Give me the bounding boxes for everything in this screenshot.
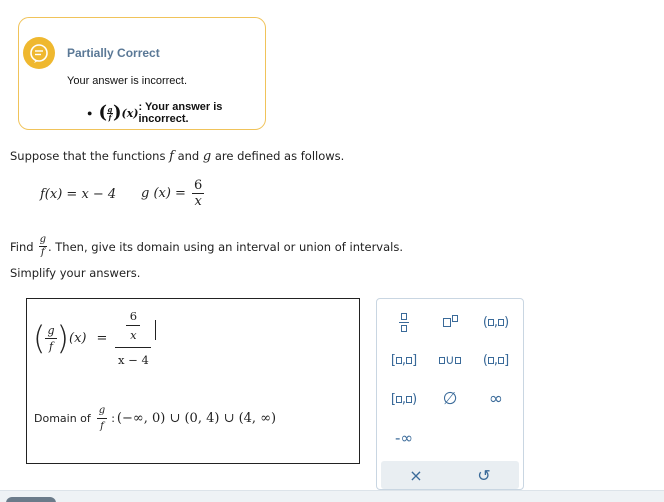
closed-closed-interval-key[interactable]: [,]: [383, 345, 425, 375]
domain-colon: :: [111, 412, 115, 425]
intro-text: Suppose that the functions: [10, 149, 166, 163]
g-denominator: x: [194, 194, 202, 209]
answer-rhs-den: x − 4: [118, 353, 149, 367]
union-key[interactable]: ∪: [429, 345, 471, 375]
g-definition: g (x) = 6 x: [141, 178, 205, 209]
exponent-key[interactable]: [429, 307, 471, 337]
answer-lhs-den: f: [48, 339, 54, 353]
open-open-interval-key[interactable]: (,): [475, 307, 517, 337]
open-closed-interval-key[interactable]: (,]: [475, 345, 517, 375]
paren-left: (: [98, 102, 107, 123]
domain-value[interactable]: (−∞, 0) ∪ (0, 4) ∪ (4, ∞): [117, 411, 276, 426]
answer-lhs-fraction: g f: [45, 323, 57, 354]
closed-open-interval-key[interactable]: [,): [383, 384, 425, 414]
find-frac-num: g: [39, 234, 46, 245]
feedback-item: ● ( g f ) (x) : Your answer is incorrect…: [87, 101, 265, 125]
domain-frac-num: g: [98, 405, 106, 416]
intro-end-text: are defined as follows.: [214, 149, 345, 163]
answer-lhs-num: g: [47, 323, 55, 337]
domain-answer[interactable]: Domain of g f : (−∞, 0) ∪ (0, 4) ∪ (4, ∞…: [34, 403, 276, 434]
bullet: ●: [87, 108, 93, 118]
math-keypad: (,) [,] ∪ (,] [,) ∅ ∞ -∞ × ↺: [376, 298, 524, 490]
simplify-note: Simplify your answers.: [10, 266, 141, 280]
f-definition: f(x) = x − 4: [40, 187, 117, 202]
fraction-key[interactable]: [383, 307, 425, 337]
find-label: Find: [10, 239, 34, 254]
empty-set-key[interactable]: ∅: [429, 384, 471, 414]
answer-inner-den: x: [130, 328, 137, 342]
paren-right: ): [112, 102, 122, 123]
and-text: and: [177, 149, 200, 163]
g-name: g: [202, 149, 212, 164]
feedback-var: (x): [121, 106, 139, 120]
feedback-frac-den: f: [108, 112, 112, 122]
infinity-key[interactable]: ∞: [475, 384, 517, 414]
answer-box[interactable]: ( g f ) (x) = 6 x x − 4 Domain of g f : …: [26, 298, 360, 464]
g-fraction: 6 x: [191, 178, 205, 209]
g-lhs: g (x) =: [141, 186, 186, 201]
bottom-bar: [0, 490, 664, 502]
feedback-panel: Partially Correct Your answer is incorre…: [18, 17, 266, 130]
domain-frac-den: f: [100, 421, 104, 432]
find-fraction: g f: [38, 234, 47, 259]
bottom-tab-handle[interactable]: [6, 497, 56, 502]
domain-label: Domain of: [34, 412, 91, 425]
answer-lhs-var: (x): [69, 330, 87, 346]
answer-inner-fraction[interactable]: 6 x: [126, 307, 141, 344]
domain-fraction: g f: [96, 403, 108, 434]
answer-rhs-fraction[interactable]: 6 x x − 4: [115, 307, 152, 369]
equals-sign: =: [96, 330, 108, 346]
g-numerator: 6: [193, 178, 203, 193]
feedback-frac-num: g: [107, 104, 113, 114]
feedback-item-text: : Your answer is incorrect.: [138, 101, 223, 125]
negative-infinity-key[interactable]: -∞: [383, 423, 425, 453]
undo-key[interactable]: ↺: [463, 461, 505, 489]
feedback-title: Partially Correct: [67, 46, 160, 60]
keypad-action-row: × ↺: [381, 461, 519, 489]
clear-key[interactable]: ×: [395, 461, 437, 489]
text-cursor: [155, 320, 157, 340]
feedback-chat-icon: [23, 37, 55, 69]
paren-left: (: [33, 319, 46, 357]
feedback-message: Your answer is incorrect.: [67, 75, 188, 87]
paren-right: ): [56, 319, 70, 357]
answer-expression[interactable]: ( g f ) (x) = 6 x x − 4: [33, 307, 157, 369]
problem-intro: Suppose that the functions f and g are d…: [10, 149, 344, 164]
answer-inner-num: 6: [129, 309, 138, 323]
find-rest: . Then, give its domain using an interva…: [47, 239, 403, 254]
f-name: f: [169, 149, 174, 164]
find-frac-den: f: [40, 247, 45, 258]
find-instruction: Find g f . Then, give its domain using a…: [10, 234, 403, 259]
